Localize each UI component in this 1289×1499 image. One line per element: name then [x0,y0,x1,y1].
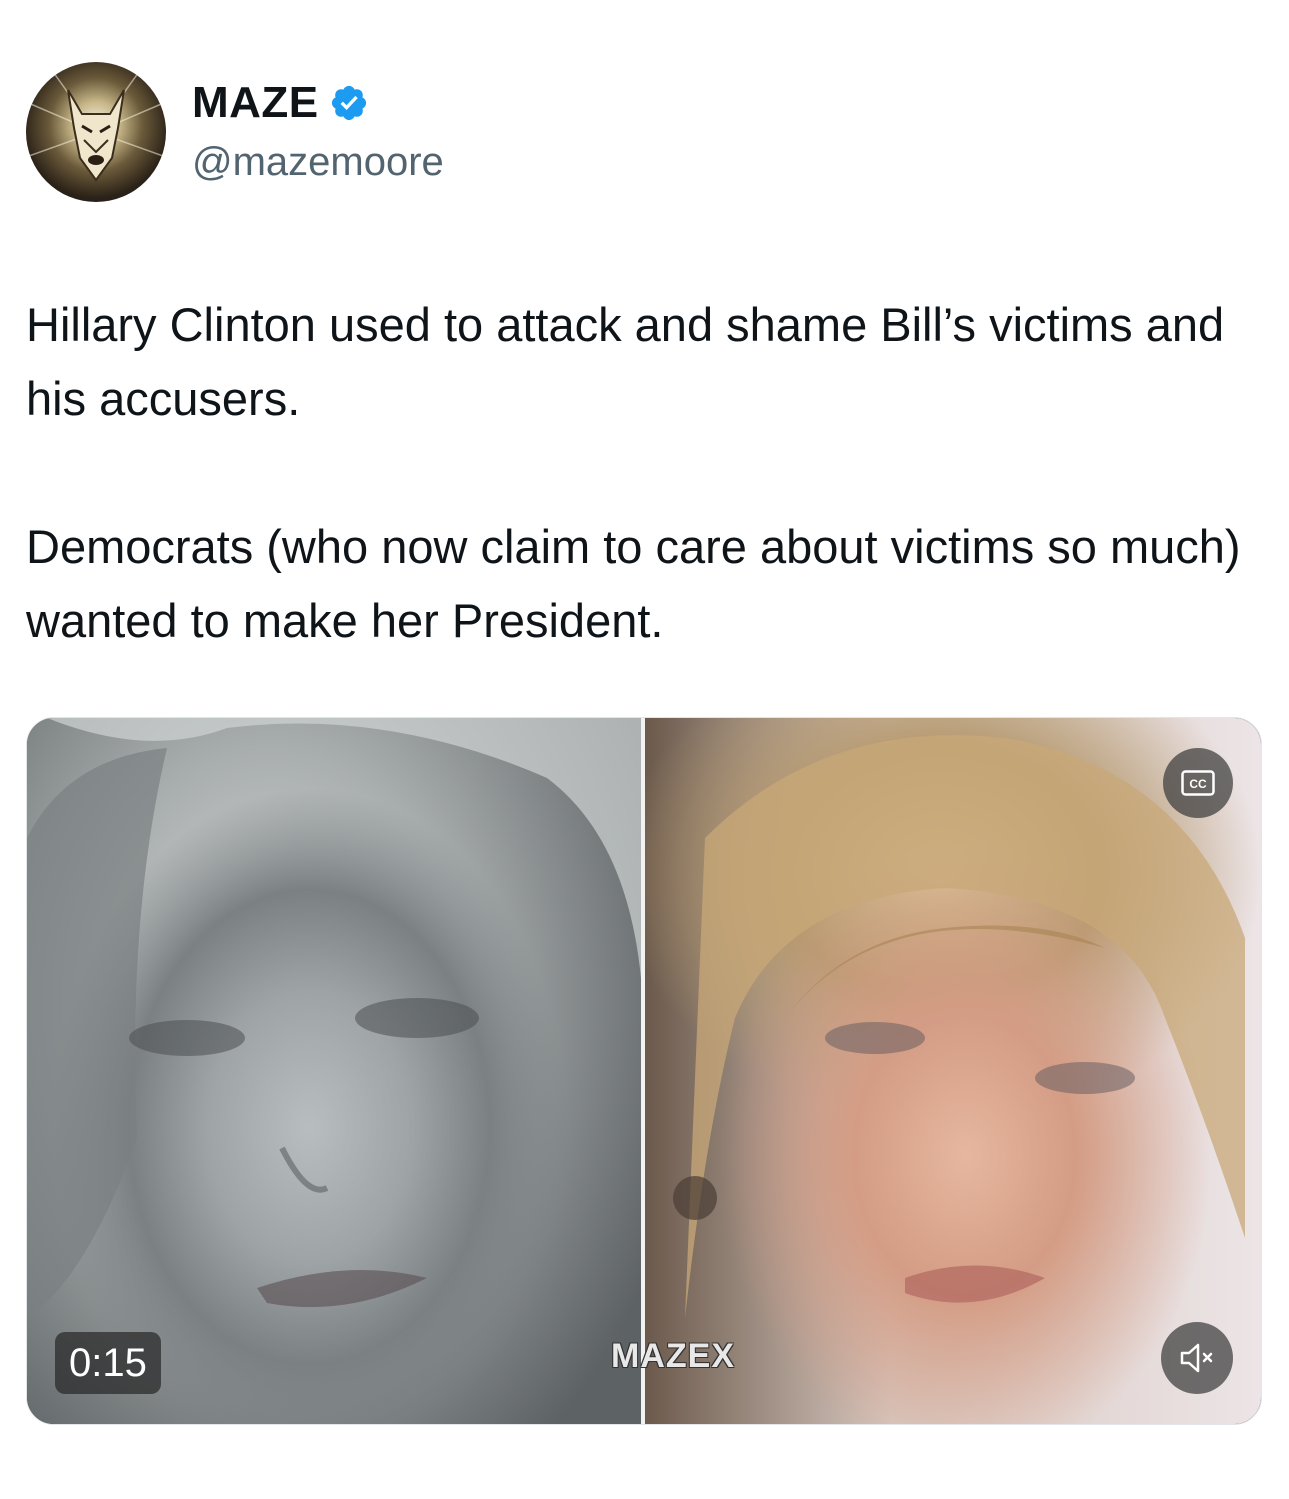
verified-badge-icon [331,85,366,121]
avatar[interactable] [26,62,166,202]
video-player[interactable]: CC 0:15 MAZEX [26,717,1262,1425]
tweet-paragraph: Democrats (who now claim to care about v… [26,520,1241,647]
speaker-muted-icon [1180,1343,1213,1373]
video-watermark: MAZEX [611,1337,735,1376]
tweet-text: Hillary Clinton used to attack and shame… [26,288,1256,658]
svg-text:CC: CC [1189,777,1207,791]
tweet-paragraph: Hillary Clinton used to attack and shame… [26,298,1225,425]
mute-toggle-button[interactable] [1161,1322,1233,1394]
doberman-logo-icon [26,62,166,182]
author-name-row[interactable]: MAZE [192,78,369,128]
watermark-suffix: X [711,1337,736,1375]
video-frame-right [645,718,1261,1424]
closed-captions-icon: CC [1181,770,1215,796]
video-frame-left [27,718,641,1424]
display-name[interactable]: MAZE [192,78,319,128]
author-handle[interactable]: @mazemoore [192,140,444,185]
video-duration: 0:15 [55,1332,161,1394]
watermark-text: MAZE [611,1337,712,1375]
closed-captions-button[interactable]: CC [1163,748,1233,818]
